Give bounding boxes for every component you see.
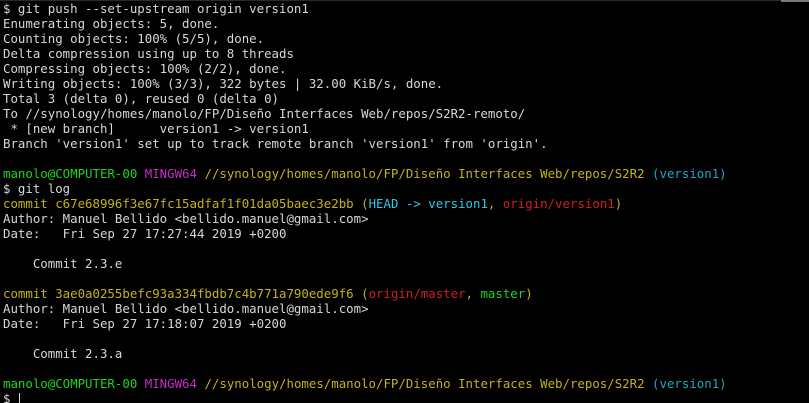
prompt-branch: (version1) xyxy=(652,376,727,391)
terminal-window[interactable]: $ git push --set-upstream origin version… xyxy=(0,0,809,403)
commit-author: Author: Manuel Bellido <bellido.manuel@g… xyxy=(3,301,369,316)
remote-ref: origin/version1 xyxy=(502,196,615,211)
local-ref: master xyxy=(480,286,526,301)
prompt-path: //synology/homes/manolo/FP/Diseño Interf… xyxy=(204,166,645,181)
output-line: Counting objects: 100% (5/5), done. xyxy=(3,31,265,46)
terminal-output: $ git push --set-upstream origin version… xyxy=(3,1,809,403)
ref-close: ) xyxy=(614,196,623,211)
commit-hash: commit c67e68996f3e67fc15adfaf1f01da05ba… xyxy=(3,196,354,211)
ref-close: ) xyxy=(525,286,533,301)
input-line[interactable]: $ xyxy=(3,391,809,403)
prompt-line: manolo@COMPUTER-00 MINGW64 //synology/ho… xyxy=(3,166,809,181)
remote-ref: origin/master xyxy=(368,286,466,301)
prompt-symbol: $ xyxy=(3,391,18,403)
commit-hash-line: commit c67e68996f3e67fc15adfaf1f01da05ba… xyxy=(3,196,809,211)
commit-hash: commit 3ae0a0255befc93a334fbdb7c4b771a79… xyxy=(3,286,354,301)
output-line: Compressing objects: 100% (2/2), done. xyxy=(3,61,287,76)
ref-separator: , xyxy=(465,286,481,301)
output-line: Delta compression using up to 8 threads xyxy=(3,46,294,61)
output-line: To //synology/homes/manolo/FP/Diseño Int… xyxy=(3,106,526,121)
output-line: * [new branch] version1 -> version1 xyxy=(3,121,309,136)
prompt-branch: (version1) xyxy=(652,166,727,181)
commit-hash-line: commit 3ae0a0255befc93a334fbdb7c4b771a79… xyxy=(3,286,809,301)
commit-message: Commit 2.3.a xyxy=(3,346,123,361)
prompt-shell: MINGW64 xyxy=(144,376,197,391)
ref-open: ( xyxy=(361,196,369,211)
log-command-line: $ git log xyxy=(3,181,71,196)
prompt-user-host: manolo@COMPUTER-00 xyxy=(3,376,138,391)
prompt-user-host: manolo@COMPUTER-00 xyxy=(3,166,138,181)
output-line: Writing objects: 100% (3/3), 322 bytes |… xyxy=(3,76,444,91)
commit-date: Date: Fri Sep 27 17:18:07 2019 +0200 xyxy=(3,316,287,331)
commit-author: Author: Manuel Bellido <bellido.manuel@g… xyxy=(3,211,369,226)
prompt-line: manolo@COMPUTER-00 MINGW64 //synology/ho… xyxy=(3,376,809,391)
ref-separator: , xyxy=(487,196,503,211)
text-cursor[interactable] xyxy=(18,393,20,403)
commit-message: Commit 2.3.e xyxy=(3,256,123,271)
prompt-shell: MINGW64 xyxy=(144,166,197,181)
output-line: Branch 'version1' set up to track remote… xyxy=(3,136,548,151)
commit-date: Date: Fri Sep 27 17:27:44 2019 +0200 xyxy=(3,226,287,241)
head-ref: HEAD -> version1 xyxy=(368,196,488,211)
prompt-path: //synology/homes/manolo/FP/Diseño Interf… xyxy=(204,376,645,391)
push-command-line: $ git push --set-upstream origin version… xyxy=(3,1,309,16)
output-line: Total 3 (delta 0), reused 0 (delta 0) xyxy=(3,91,280,106)
output-line: Enumerating objects: 5, done. xyxy=(3,16,220,31)
ref-open: ( xyxy=(361,286,369,301)
